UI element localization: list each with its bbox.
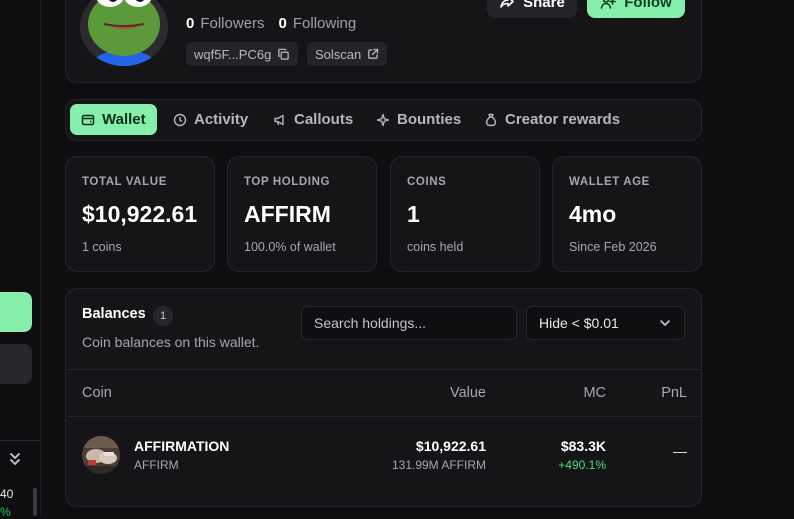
sidebar-item[interactable] xyxy=(0,344,32,384)
followers-count: 0 xyxy=(186,15,195,32)
share-label: Share xyxy=(523,0,565,11)
value-filter-value: Hide < $0.01 xyxy=(539,315,619,331)
followers-label[interactable]: Followers xyxy=(200,15,264,32)
sidebar-partial-number: 40 xyxy=(0,487,14,501)
stat-card-total-value: TOTAL VALUE $10,922.61 1 coins xyxy=(65,156,215,272)
stat-sub: 1 coins xyxy=(82,240,122,254)
stat-label: TOTAL VALUE xyxy=(82,176,167,188)
stat-sub: 100.0% of wallet xyxy=(244,240,336,254)
stat-card-top-holding: TOP HOLDING AFFIRM 100.0% of wallet xyxy=(227,156,377,272)
coin-logo-image-icon xyxy=(82,436,120,474)
coin-name: AFFIRMATION xyxy=(134,438,230,454)
wallet-address-chip[interactable]: wqf5F...PC6g xyxy=(186,42,299,66)
market-cap: $83.3K xyxy=(560,438,606,454)
tab-label: Creator rewards xyxy=(505,111,621,128)
following-count: 0 xyxy=(278,15,287,32)
wallet-address: wqf5F...PC6g xyxy=(194,46,272,62)
holding-amount: 131.99M AFFIRM xyxy=(391,458,486,472)
add-user-icon xyxy=(600,0,617,9)
stat-sub: Since Feb 2026 xyxy=(569,240,657,254)
table-header: Coin Value MC PnL xyxy=(66,369,701,417)
stat-label: WALLET AGE xyxy=(569,176,650,188)
follow-button[interactable]: Follow xyxy=(587,0,685,18)
balances-count-badge: 1 xyxy=(153,306,173,326)
stat-value: 4mo xyxy=(569,201,617,227)
megaphone-icon xyxy=(274,114,284,125)
sidebar-active-item[interactable] xyxy=(0,292,32,332)
market-cap-change: +490.1% xyxy=(558,458,606,472)
search-holdings-input[interactable] xyxy=(301,306,517,340)
stat-value: $10,922.61 xyxy=(82,201,198,227)
stat-label: TOP HOLDING xyxy=(244,176,331,188)
stat-card-wallet-age: WALLET AGE 4mo Since Feb 2026 xyxy=(552,156,702,272)
table-row[interactable]: AFFIRMATION AFFIRM $10,922.61 131.99M AF… xyxy=(66,417,701,493)
share-icon xyxy=(500,0,514,8)
column-header-pnl[interactable]: PnL xyxy=(661,385,687,401)
solscan-label: Solscan xyxy=(315,46,362,62)
stat-label: COINS xyxy=(407,176,447,188)
column-header-value[interactable]: Value xyxy=(450,385,486,401)
external-link-icon xyxy=(368,48,379,59)
clock-icon xyxy=(173,113,187,126)
tab-label: Activity xyxy=(194,111,249,128)
tab-creator-rewards[interactable]: Creator rewards xyxy=(473,104,631,135)
stat-value: 1 xyxy=(407,201,420,227)
stat-value: AFFIRM xyxy=(244,201,331,227)
solscan-link[interactable]: Solscan xyxy=(307,42,388,66)
stat-card-coins: COINS 1 coins held xyxy=(390,156,540,272)
sidebar-divider xyxy=(0,440,40,441)
tab-wallet[interactable]: Wallet xyxy=(70,104,157,135)
sparkle-icon xyxy=(376,113,390,126)
balances-title: Balances xyxy=(82,306,146,322)
sidebar: 40 % xyxy=(0,0,41,519)
follow-label: Follow xyxy=(624,0,672,11)
tab-callouts[interactable]: Callouts xyxy=(262,104,364,135)
copy-icon[interactable] xyxy=(277,48,290,61)
holding-value: $10,922.61 xyxy=(415,438,486,454)
value-filter-select[interactable]: Hide < $0.01 xyxy=(526,306,685,340)
money-bag-icon xyxy=(485,113,497,126)
pnl-value: — xyxy=(673,443,687,459)
coin-ticker: AFFIRM xyxy=(134,458,179,472)
stat-sub: coins held xyxy=(407,240,464,254)
tab-label: Bounties xyxy=(397,111,462,128)
following-label[interactable]: Following xyxy=(293,15,356,32)
tab-activity[interactable]: Activity xyxy=(162,104,259,135)
sidebar-partial-percent: % xyxy=(0,505,11,519)
coin-logo xyxy=(82,436,120,474)
tab-label: Wallet xyxy=(102,111,146,128)
column-header-mc[interactable]: MC xyxy=(583,385,606,401)
column-header-coin[interactable]: Coin xyxy=(82,385,112,401)
balances-card: Balances 1 Coin balances on this wallet.… xyxy=(65,288,702,507)
chevron-down-icon xyxy=(660,320,670,326)
share-button[interactable]: Share xyxy=(487,0,577,18)
follow-stats: 0 Followers 0 Following xyxy=(186,15,356,32)
sidebar-scrollbar[interactable] xyxy=(33,488,37,516)
tab-label: Callouts xyxy=(294,111,354,128)
wallet-icon xyxy=(81,114,95,125)
tab-bounties[interactable]: Bounties xyxy=(365,104,472,135)
chevrons-down-icon[interactable] xyxy=(6,450,24,468)
balances-subtitle: Coin balances on this wallet. xyxy=(82,334,260,350)
